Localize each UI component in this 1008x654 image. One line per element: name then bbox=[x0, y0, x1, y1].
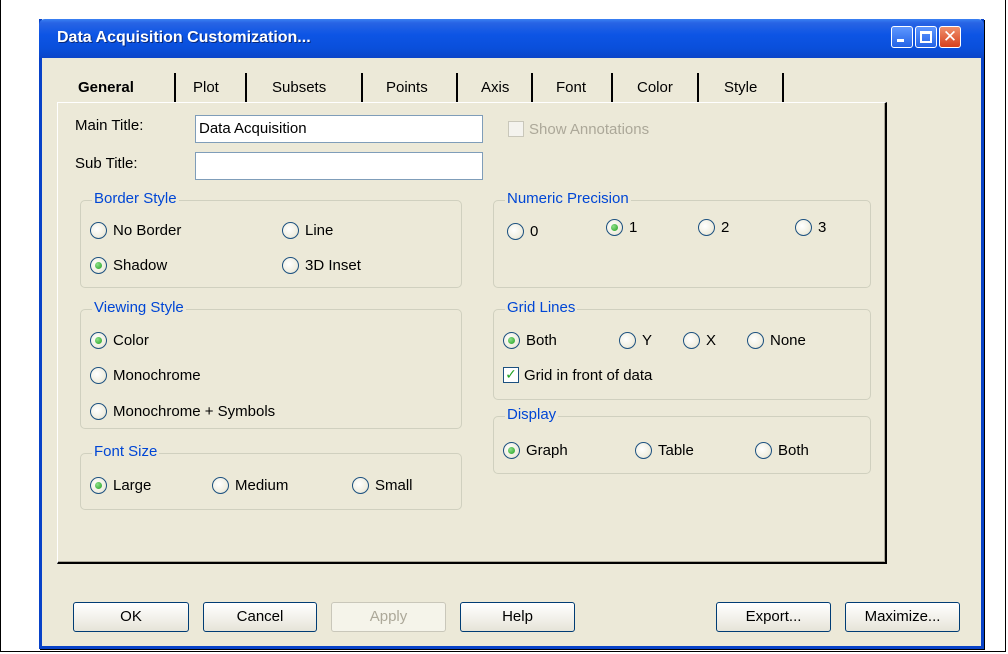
radio-circle bbox=[795, 219, 812, 236]
radio-circle bbox=[755, 442, 772, 459]
tab-color[interactable]: Color bbox=[637, 77, 673, 102]
radio-label: Both bbox=[526, 332, 557, 349]
radio-circle bbox=[635, 442, 652, 459]
numeric-precision-group bbox=[493, 200, 871, 288]
ok-button[interactable]: OK bbox=[73, 602, 189, 632]
radio-label: 1 bbox=[629, 219, 638, 236]
radio-circle bbox=[698, 219, 715, 236]
tab-divider bbox=[456, 73, 458, 102]
export-button[interactable]: Export... bbox=[716, 602, 831, 632]
display-title: Display bbox=[505, 406, 559, 423]
radio-label: Monochrome bbox=[113, 367, 201, 384]
minimize-button[interactable] bbox=[891, 26, 913, 48]
radio-circle bbox=[352, 477, 369, 494]
tab-divider bbox=[611, 73, 613, 102]
checkmark-icon: ✓ bbox=[503, 367, 519, 383]
radio-circle bbox=[619, 332, 636, 349]
window-title: Data Acquisition Customization... bbox=[57, 29, 311, 46]
sub-title-label: Sub Title: bbox=[75, 155, 138, 172]
radio-circle bbox=[90, 222, 107, 239]
radio-label: Medium bbox=[235, 477, 289, 494]
radio-circle bbox=[212, 477, 229, 494]
radio-circle-selected bbox=[90, 477, 107, 494]
radio-circle-selected bbox=[503, 332, 520, 349]
radio-circle bbox=[683, 332, 700, 349]
tab-general[interactable]: General bbox=[78, 77, 134, 102]
radio-circle bbox=[282, 257, 299, 274]
radio-label: Line bbox=[305, 222, 334, 239]
radio-label: Shadow bbox=[113, 257, 168, 274]
viewing-style-title: Viewing Style bbox=[92, 299, 186, 316]
main-title-label: Main Title: bbox=[75, 117, 144, 134]
radio-label: Monochrome + Symbols bbox=[113, 403, 276, 420]
tab-divider bbox=[361, 73, 363, 102]
radio-label: Large bbox=[113, 477, 152, 494]
grid-lines-title: Grid Lines bbox=[505, 299, 578, 316]
tab-axis[interactable]: Axis bbox=[481, 77, 509, 102]
radio-label: 3D Inset bbox=[305, 257, 361, 274]
radio-label: Table bbox=[658, 442, 694, 459]
tab-style[interactable]: Style bbox=[724, 77, 757, 102]
tab-subsets[interactable]: Subsets bbox=[272, 77, 326, 102]
radio-circle bbox=[90, 367, 107, 384]
border-style-title: Border Style bbox=[92, 190, 179, 207]
radio-circle-selected bbox=[90, 257, 107, 274]
radio-circle bbox=[747, 332, 764, 349]
radio-circle bbox=[507, 223, 524, 240]
numeric-precision-title: Numeric Precision bbox=[505, 190, 631, 207]
radio-circle bbox=[90, 403, 107, 420]
help-button[interactable]: Help bbox=[460, 602, 575, 632]
tab-plot[interactable]: Plot bbox=[193, 77, 219, 102]
tab-divider bbox=[245, 73, 247, 102]
minimize-icon bbox=[897, 39, 904, 42]
radio-label: Y bbox=[642, 332, 653, 349]
checkbox-box bbox=[508, 121, 524, 137]
tab-divider bbox=[697, 73, 699, 102]
radio-label: 0 bbox=[530, 223, 539, 240]
tab-divider bbox=[174, 73, 176, 102]
apply-button[interactable]: Apply bbox=[331, 602, 446, 632]
tab-font[interactable]: Font bbox=[556, 77, 586, 102]
maximize-button[interactable]: Maximize... bbox=[845, 602, 960, 632]
maximize-window-button[interactable] bbox=[915, 26, 937, 48]
radio-label: None bbox=[770, 332, 806, 349]
radio-label: Small bbox=[375, 477, 413, 494]
radio-label: 2 bbox=[721, 219, 730, 236]
show-annotations-label: Show Annotations bbox=[529, 121, 650, 138]
radio-circle-selected bbox=[90, 332, 107, 349]
radio-label: Graph bbox=[526, 442, 568, 459]
grid-in-front-label: Grid in front of data bbox=[524, 367, 653, 384]
radio-label: X bbox=[706, 332, 717, 349]
font-size-title: Font Size bbox=[92, 443, 160, 460]
cancel-button[interactable]: Cancel bbox=[203, 602, 317, 632]
radio-circle-selected bbox=[606, 219, 623, 236]
radio-label: No Border bbox=[113, 222, 182, 239]
radio-circle-selected bbox=[503, 442, 520, 459]
radio-label: 3 bbox=[818, 219, 827, 236]
sub-title-input[interactable] bbox=[195, 152, 483, 180]
radio-label: Both bbox=[778, 442, 809, 459]
tab-divider bbox=[782, 73, 784, 102]
title-bar[interactable]: Data Acquisition Customization... ✕ bbox=[39, 19, 984, 58]
tab-points[interactable]: Points bbox=[386, 77, 428, 102]
radio-circle bbox=[282, 222, 299, 239]
close-button[interactable]: ✕ bbox=[939, 26, 961, 48]
main-title-input[interactable]: Data Acquisition bbox=[195, 115, 483, 143]
maximize-icon bbox=[920, 31, 932, 43]
grid-lines-group bbox=[493, 309, 871, 400]
close-icon: ✕ bbox=[942, 27, 958, 47]
radio-label: Color bbox=[113, 332, 149, 349]
tab-divider bbox=[531, 73, 533, 102]
